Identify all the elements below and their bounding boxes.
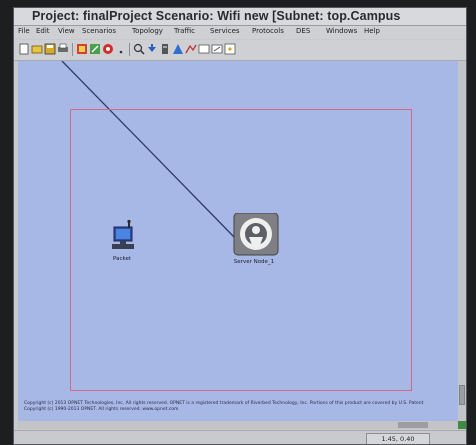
menu-file[interactable]: File (18, 27, 30, 35)
save-icon[interactable] (44, 43, 56, 55)
recover-icon[interactable] (115, 43, 127, 55)
coordinate-readout: 1.45, 0.40 (366, 433, 430, 444)
horizontal-scrollbar[interactable] (18, 421, 458, 429)
copyright-notice: Copyright (c) 2013 OPNET Technologies, I… (24, 401, 444, 413)
toolbar-separator (129, 43, 130, 56)
link-icon[interactable] (89, 43, 101, 55)
node-label: Packet (113, 256, 131, 262)
corner-button[interactable] (458, 421, 466, 429)
toolbar-separator (72, 43, 73, 56)
menu-topology[interactable]: Topology (132, 27, 163, 35)
failure-icon[interactable] (102, 43, 114, 55)
opnet-window: Project: finalProject Scenario: Wifi new… (14, 8, 466, 444)
node-server[interactable]: Server Node_1 (214, 212, 294, 269)
node-label: Server Node_1 (233, 259, 275, 265)
title-bar: Project: finalProject Scenario: Wifi new… (14, 8, 466, 26)
menu-help[interactable]: Help (364, 27, 380, 35)
menu-edit[interactable]: Edit (36, 27, 50, 35)
vertical-scrollbar[interactable] (458, 61, 466, 421)
menu-windows[interactable]: Windows (326, 27, 357, 35)
window-title: Project: finalProject Scenario: Wifi new… (32, 9, 401, 23)
menu-traffic[interactable]: Traffic (174, 27, 195, 35)
help-icon[interactable] (224, 43, 236, 55)
zoom-icon[interactable] (133, 43, 145, 55)
menu-view[interactable]: View (58, 27, 75, 35)
status-bar: 1.45, 0.40 (14, 430, 466, 444)
menu-protocols[interactable]: Protocols (252, 27, 284, 35)
server-icon (233, 212, 279, 256)
copyright-line: Copyright (c) 1990-2013 OPNET. All right… (24, 407, 179, 412)
zoom-out-icon[interactable] (146, 43, 158, 55)
menu-des[interactable]: DES (296, 27, 310, 35)
view-results-icon[interactable] (185, 43, 197, 55)
new-icon[interactable] (18, 43, 30, 55)
scrollbar-thumb[interactable] (398, 422, 428, 428)
workstation-icon (112, 219, 134, 249)
menu-bar: File Edit View Scenarios Topology Traffi… (14, 26, 466, 39)
node-workstation[interactable]: Packet (102, 219, 142, 264)
menu-services[interactable]: Services (210, 27, 240, 35)
object-palette-icon[interactable] (76, 43, 88, 55)
toolbar (14, 40, 466, 61)
print-icon[interactable] (57, 43, 69, 55)
web-report-icon[interactable] (198, 43, 210, 55)
scrollbar-thumb[interactable] (459, 385, 465, 405)
open-icon[interactable] (31, 43, 43, 55)
configure-icon[interactable] (159, 43, 171, 55)
menu-scenarios[interactable]: Scenarios (82, 27, 116, 35)
run-icon[interactable] (172, 43, 184, 55)
annotation-icon[interactable] (211, 43, 223, 55)
project-canvas[interactable]: Packet Server Node_1 Copyright (c) 2013 … (18, 61, 458, 421)
